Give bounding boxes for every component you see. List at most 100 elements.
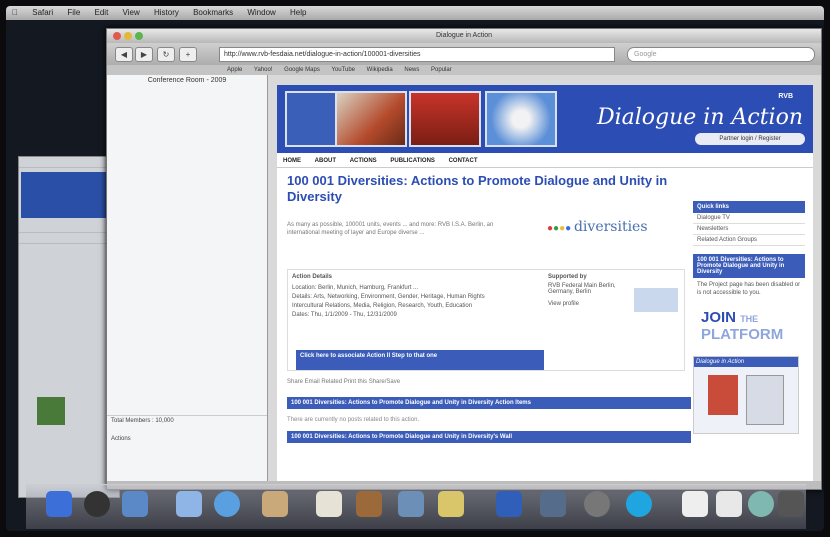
mail-icon[interactable] bbox=[176, 491, 202, 517]
join-text: JOIN bbox=[701, 309, 737, 326]
ad-image bbox=[708, 375, 738, 415]
mailbox-row[interactable] bbox=[19, 157, 119, 168]
bookmark-item[interactable]: Popular bbox=[431, 67, 452, 73]
quick-link[interactable]: Newsletters bbox=[693, 224, 805, 235]
banner-photo bbox=[485, 91, 557, 147]
menu-history[interactable]: History bbox=[148, 6, 185, 19]
share-links[interactable]: Share Email Related Print this Share/Sav… bbox=[287, 379, 400, 385]
join-the-text: THE bbox=[740, 314, 759, 324]
sidebar-header: Conference Room - 2009 bbox=[147, 77, 227, 84]
notes-icon[interactable] bbox=[262, 491, 288, 517]
app-icon[interactable] bbox=[584, 491, 610, 517]
associate-action-button[interactable]: Click here to associate Action II Step t… bbox=[296, 350, 544, 370]
background-mail-window[interactable] bbox=[18, 156, 120, 498]
mailbox-row[interactable] bbox=[19, 233, 119, 244]
project-box: 100 001 Diversities: Actions to Promote … bbox=[693, 254, 805, 300]
menu-window[interactable]: Window bbox=[241, 6, 281, 19]
details-line: Intercultural Relations, Media, Religion… bbox=[292, 303, 473, 309]
zoom-icon[interactable] bbox=[135, 32, 143, 40]
sidebar-footer-text: Total Members : 10,000 bbox=[111, 418, 174, 424]
menu-edit[interactable]: Edit bbox=[89, 6, 115, 19]
itunes-icon[interactable] bbox=[398, 491, 424, 517]
supported-text: RVB Federal Main Berlin, Germany, Berlin bbox=[548, 283, 616, 295]
menu-help[interactable]: Help bbox=[284, 6, 312, 19]
dock bbox=[26, 484, 806, 529]
intro-text: As many as possible, 100001 units, event… bbox=[287, 222, 494, 236]
skype-icon[interactable] bbox=[626, 491, 652, 517]
quick-links-box: Quick links Dialogue TV Newsletters Rela… bbox=[693, 201, 805, 246]
nav-publications[interactable]: PUBLICATIONS bbox=[390, 158, 435, 164]
right-column: Quick links Dialogue TV Newsletters Rela… bbox=[693, 201, 805, 434]
action-details: Action Details Location: Berlin, Munich,… bbox=[287, 269, 685, 371]
sidebar-footer: Total Members : 10,000 Actions bbox=[107, 415, 267, 444]
reload-icon[interactable]: ↻ bbox=[157, 47, 175, 62]
document-icon[interactable] bbox=[682, 491, 708, 517]
app-icon[interactable] bbox=[540, 491, 566, 517]
back-icon[interactable]: ◀ bbox=[115, 47, 133, 62]
nav-about[interactable]: ABOUT bbox=[315, 158, 336, 164]
forward-icon[interactable]: ▶ bbox=[135, 47, 153, 62]
photos-icon[interactable] bbox=[356, 491, 382, 517]
menu-bar:  Safari File Edit View History Bookmark… bbox=[6, 6, 824, 20]
bookmark-item[interactable]: Yahoo! bbox=[254, 67, 273, 73]
nav-actions[interactable]: ACTIONS bbox=[350, 158, 377, 164]
bookmark-item[interactable]: News bbox=[404, 67, 419, 73]
system-icon[interactable] bbox=[84, 491, 110, 517]
menu-file[interactable]: File bbox=[61, 6, 86, 19]
preferences-icon[interactable] bbox=[214, 491, 240, 517]
star-icon[interactable] bbox=[438, 491, 464, 517]
site-nav: HOME ABOUT ACTIONS PUBLICATIONS CONTACT bbox=[277, 155, 813, 168]
join-platform-text: PLATFORM bbox=[701, 326, 784, 343]
project-box-text: The Project page has been disabled or is… bbox=[697, 282, 801, 296]
ical-icon[interactable] bbox=[316, 491, 342, 517]
join-platform-banner[interactable]: JOIN THE PLATFORM bbox=[701, 310, 805, 342]
no-posts-text: There are currently no posts related to … bbox=[287, 417, 420, 423]
site-flag: RVB bbox=[778, 93, 793, 100]
details-line: Details: Arts, Networking, Environment, … bbox=[292, 294, 485, 300]
site-banner: RVB Dialogue in Action Partner login / R… bbox=[277, 85, 813, 153]
document-icon[interactable] bbox=[716, 491, 742, 517]
banner-photo bbox=[409, 91, 481, 147]
nav-home[interactable]: HOME bbox=[283, 158, 301, 164]
banner-photo bbox=[335, 91, 407, 147]
menu-view[interactable]: View bbox=[117, 6, 146, 19]
finder-icon[interactable] bbox=[46, 491, 72, 517]
safari-icon[interactable] bbox=[122, 491, 148, 517]
details-line: Dates: Thu, 1/1/2009 - Thu, 12/31/2009 bbox=[292, 312, 397, 318]
apple-menu-icon[interactable]:  bbox=[6, 6, 24, 19]
quick-link[interactable]: Dialogue TV bbox=[693, 213, 805, 224]
bookmark-item[interactable]: Apple bbox=[227, 67, 242, 73]
app-icon[interactable] bbox=[748, 491, 774, 517]
nav-contact[interactable]: CONTACT bbox=[449, 158, 478, 164]
address-bar[interactable]: http://www.rvb-fesdaia.net/dialogue-in-a… bbox=[219, 47, 615, 62]
login-pill[interactable]: Partner login / Register bbox=[695, 133, 805, 145]
bookmark-item[interactable]: Google Maps bbox=[284, 67, 320, 73]
supported-by: Supported by RVB Federal Main Berlin, Ge… bbox=[548, 274, 678, 312]
supported-heading: Supported by bbox=[548, 274, 587, 280]
mailbox-row[interactable] bbox=[19, 222, 119, 233]
menu-safari[interactable]: Safari bbox=[26, 6, 59, 19]
browser-sidebar: Conference Room - 2009 Total Members : 1… bbox=[107, 75, 268, 489]
close-icon[interactable] bbox=[113, 32, 121, 40]
bookmark-item[interactable]: Wikipedia bbox=[367, 67, 393, 73]
bookmark-item[interactable]: YouTube bbox=[331, 67, 355, 73]
quick-link[interactable]: Related Action Groups bbox=[693, 235, 805, 246]
sidebar-footer-link[interactable]: Actions bbox=[111, 436, 263, 442]
desktop:  Safari File Edit View History Bookmark… bbox=[6, 6, 824, 531]
project-box-title: 100 001 Diversities: Actions to Promote … bbox=[693, 254, 805, 278]
trash-icon[interactable] bbox=[778, 491, 804, 517]
app-icon[interactable] bbox=[496, 491, 522, 517]
details-line: Location: Berlin, Munich, Hamburg, Frank… bbox=[292, 285, 419, 291]
menu-bookmarks[interactable]: Bookmarks bbox=[187, 6, 239, 19]
dialogue-ad[interactable]: Dialogue in Action bbox=[693, 356, 799, 434]
wall-header[interactable]: 100 001 Diversities: Actions to Promote … bbox=[287, 431, 691, 443]
page-title: 100 001 Diversities: Actions to Promote … bbox=[287, 173, 668, 204]
minimize-icon[interactable] bbox=[124, 32, 132, 40]
search-input[interactable]: Google bbox=[627, 47, 815, 62]
action-items-header[interactable]: 100 001 Diversities: Actions to Promote … bbox=[287, 397, 691, 409]
site-title: Dialogue in Action bbox=[596, 105, 803, 130]
selected-mailbox[interactable] bbox=[21, 172, 117, 218]
web-page: RVB Dialogue in Action Partner login / R… bbox=[277, 85, 813, 481]
add-bookmark-icon[interactable]: + bbox=[179, 47, 197, 62]
logo-text: diversities bbox=[573, 219, 648, 235]
